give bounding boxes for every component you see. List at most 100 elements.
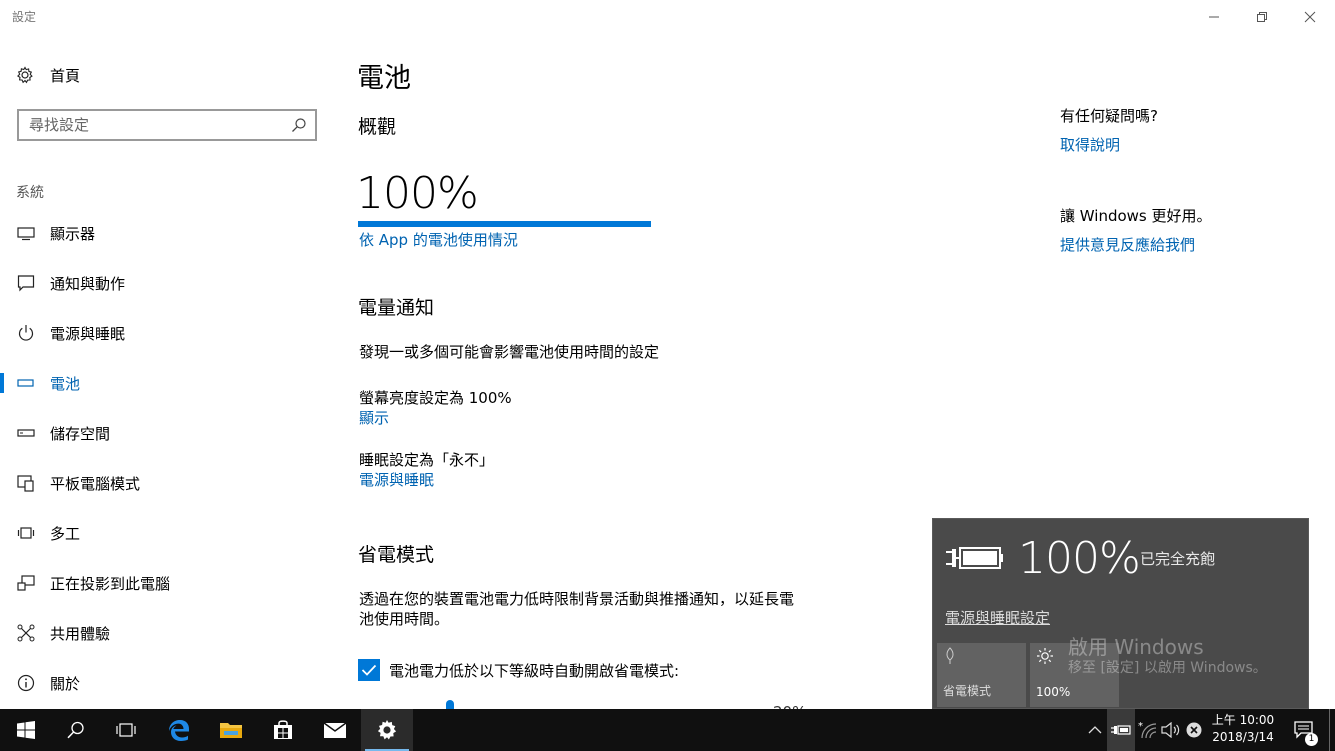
flyout-power-sleep-settings-link[interactable]: 電源與睡眠設定 [945, 607, 1050, 628]
taskbar-clock[interactable]: 上午 10:00 2018/3/14 [1205, 712, 1281, 746]
mail-button[interactable] [309, 709, 361, 751]
sidebar-item-label: 正在投影到此電腦 [50, 574, 171, 593]
battery-flyout: 100% 已完全充飽 電源與睡眠設定 省電模式 100% [932, 518, 1309, 709]
sidebar-item-label: 通知與動作 [50, 274, 126, 293]
search-icon [67, 721, 84, 739]
sidebar-item-shared-experiences[interactable]: 共用體驗 [0, 611, 320, 655]
help-question: 有任何疑問嗎? [1060, 107, 1158, 125]
battery-saver-auto-label: 電池電力低於以下等級時自動開啟省電模式: [389, 662, 680, 680]
minimize-button[interactable] [1191, 0, 1237, 34]
activation-watermark-title: 啟用 Windows [1068, 635, 1204, 659]
restore-icon [1257, 12, 1267, 22]
power-sleep-link[interactable]: 電源與睡眠 [359, 469, 434, 490]
tray-volume-button[interactable] [1159, 709, 1183, 751]
power-icon [16, 323, 36, 343]
battery-percent: 100% [356, 168, 479, 219]
projecting-icon [16, 573, 36, 593]
store-button[interactable] [257, 709, 309, 751]
give-feedback-link[interactable]: 提供意見反應給我們 [1060, 234, 1195, 255]
multitasking-icon [16, 523, 36, 543]
edge-button[interactable] [153, 709, 205, 751]
sidebar-item-label: 電池 [50, 374, 81, 393]
sidebar-item-notifications[interactable]: 通知與動作 [0, 261, 320, 305]
error-circle-icon [1186, 722, 1202, 738]
speaker-icon [1161, 722, 1180, 738]
task-view-button[interactable] [100, 709, 152, 751]
store-icon [274, 720, 292, 739]
shared-experiences-icon [16, 623, 36, 643]
task-view-icon [116, 723, 136, 737]
battery-saver-tile[interactable]: 省電模式 [937, 643, 1026, 707]
start-icon [17, 721, 35, 739]
battery-saver-description-line2: 池使用時間。 [359, 610, 450, 628]
svg-text:*: * [1138, 721, 1143, 732]
sidebar-item-label: 儲存空間 [50, 424, 111, 443]
monitor-icon [16, 223, 36, 243]
show-hidden-icons-button[interactable] [1083, 709, 1107, 751]
get-help-link[interactable]: 取得說明 [1060, 134, 1120, 155]
clock-date: 2018/3/14 [1212, 730, 1274, 744]
file-explorer-button[interactable] [205, 709, 257, 751]
close-button[interactable] [1287, 0, 1333, 34]
tray-battery-button[interactable] [1107, 709, 1135, 751]
sidebar-item-label: 電源與睡眠 [50, 324, 126, 343]
section-label-system: 系統 [16, 185, 44, 201]
start-button[interactable] [0, 709, 52, 751]
search-box[interactable] [17, 109, 317, 141]
close-icon [1304, 11, 1316, 23]
tablet-mode-icon [16, 473, 36, 493]
search-icon[interactable] [291, 117, 307, 137]
sleep-text: 睡眠設定為「永不」 [359, 451, 495, 469]
battery-icon [16, 373, 36, 393]
flyout-charge-status: 已完全充飽 [1140, 550, 1216, 568]
brightness-tile-label: 100% [1036, 685, 1071, 699]
action-center-button[interactable]: 1 [1288, 709, 1320, 751]
sidebar-item-tablet-mode[interactable]: 平板電腦模式 [0, 461, 320, 505]
storage-icon [16, 423, 36, 443]
battery-level-fill [358, 221, 651, 227]
battery-saver-heading: 省電模式 [358, 544, 435, 566]
notification-count-badge: 1 [1305, 733, 1318, 746]
edge-icon [169, 720, 189, 741]
restore-button[interactable] [1239, 0, 1285, 34]
sidebar-item-projecting[interactable]: 正在投影到此電腦 [0, 561, 320, 605]
taskbar-search-button[interactable] [50, 709, 102, 751]
settings-taskbar-button[interactable] [361, 709, 413, 751]
sidebar-item-battery[interactable]: 電池 [0, 361, 320, 405]
show-desktop-divider[interactable] [1329, 709, 1330, 751]
activation-watermark-subtitle: 移至 [設定] 以啟用 Windows。 [1068, 660, 1267, 676]
title-bar: 設定 [0, 0, 1335, 34]
usage-by-app-link[interactable]: 依 App 的電池使用情況 [359, 229, 518, 250]
sidebar-item-about[interactable]: 關於 [0, 661, 320, 705]
file-explorer-icon [220, 723, 242, 738]
battery-charging-icon [1111, 725, 1131, 735]
sidebar-item-label: 關於 [50, 674, 81, 693]
battery-saver-icon [943, 647, 957, 669]
sidebar-item-display[interactable]: 顯示器 [0, 211, 320, 255]
sidebar-item-storage[interactable]: 儲存空間 [0, 411, 320, 455]
sidebar-item-label: 平板電腦模式 [50, 474, 141, 493]
display-link[interactable]: 顯示 [359, 407, 389, 428]
sidebar-item-power-sleep[interactable]: 電源與睡眠 [0, 311, 320, 355]
battery-saver-slider-value: 20% [773, 701, 806, 709]
home-nav-item[interactable]: 首頁 [16, 63, 80, 87]
wifi-icon: * [1138, 721, 1157, 739]
sidebar-item-multitasking[interactable]: 多工 [0, 511, 320, 555]
search-input[interactable] [19, 111, 279, 139]
checkmark-icon [361, 664, 377, 676]
notification-icon [16, 273, 36, 293]
feedback-title: 讓 Windows 更好用。 [1060, 207, 1212, 225]
tray-network-button[interactable]: * [1135, 709, 1159, 751]
overview-heading: 概觀 [358, 116, 397, 138]
sidebar-item-label: 多工 [50, 524, 81, 543]
info-icon [16, 673, 36, 693]
tray-status-button[interactable] [1183, 709, 1205, 751]
gear-icon [17, 66, 33, 84]
minimize-icon [1209, 16, 1219, 18]
mail-icon [323, 722, 347, 738]
battery-saver-auto-checkbox[interactable] [358, 659, 380, 681]
sidebar-item-label: 顯示器 [50, 224, 96, 243]
page-title: 電池 [357, 63, 411, 94]
notifications-heading: 電量通知 [358, 297, 435, 319]
brightness-icon [1036, 647, 1054, 669]
